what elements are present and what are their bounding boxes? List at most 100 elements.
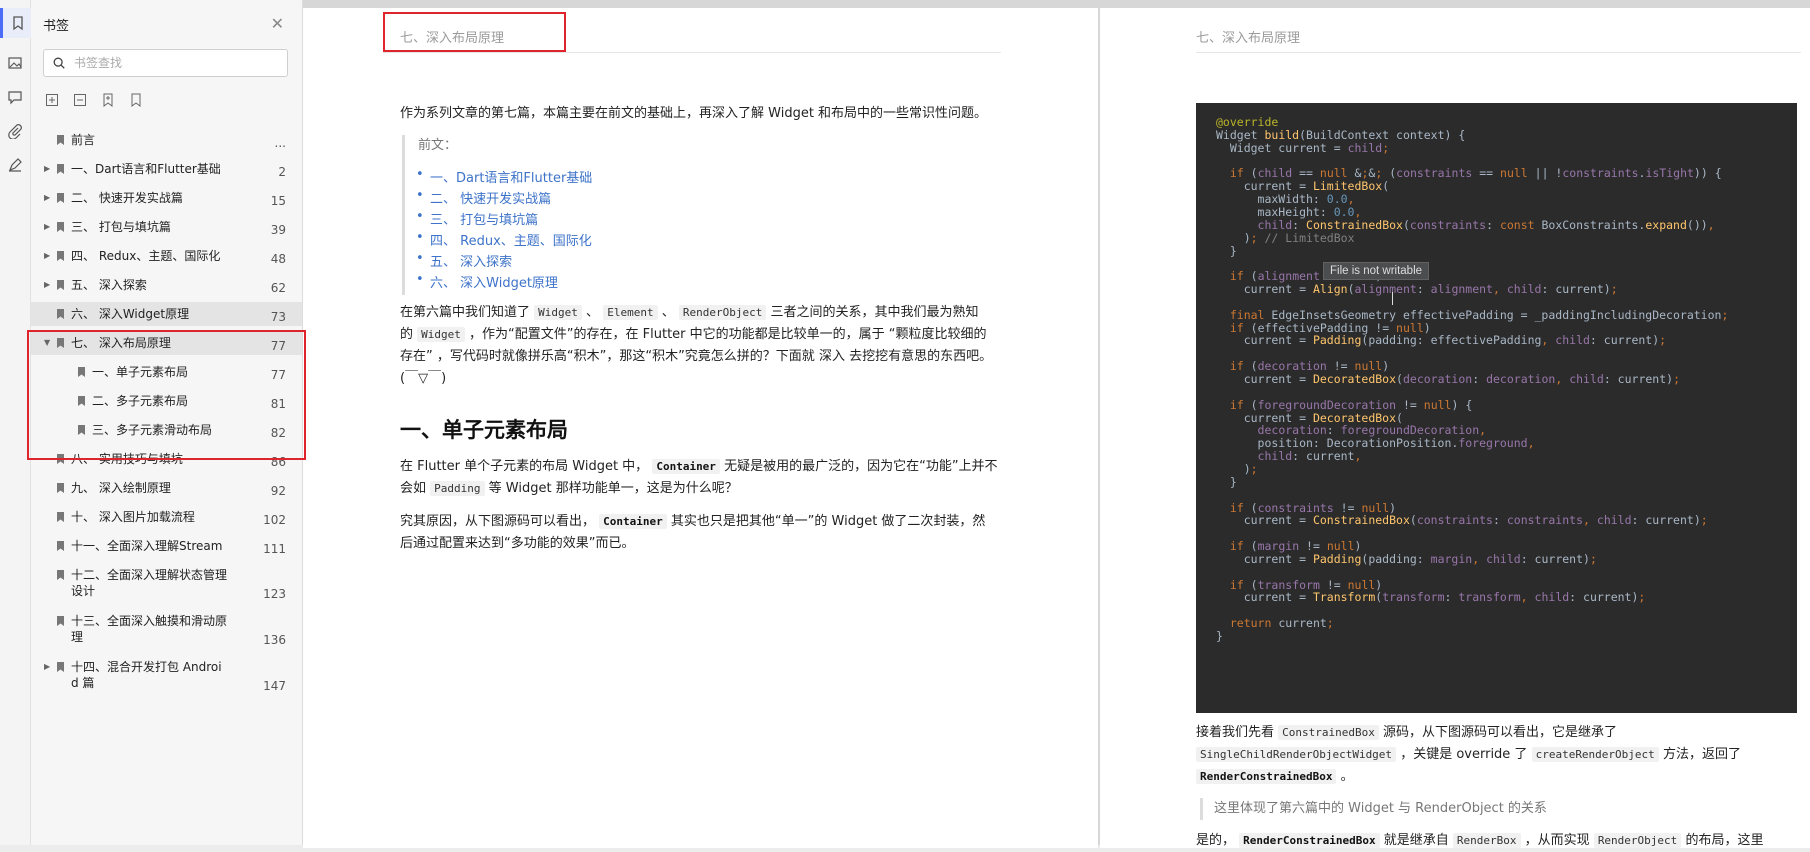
quote-label: 前文： xyxy=(418,138,458,153)
bookmark-label: 三、 打包与填坑篇 xyxy=(71,220,171,234)
preface-link-item: • 二、 快速开发实战篇 xyxy=(416,188,552,207)
code-line: current = Transform(transform: transform… xyxy=(1216,590,1646,605)
preface-link[interactable]: 一、Dart语言和Flutter基础 xyxy=(430,171,592,186)
bookmark-icon[interactable] xyxy=(0,8,33,38)
bookmark-page-number: 77 xyxy=(270,339,286,353)
paragraph-2: 在 Flutter 单个子元素的布局 Widget 中， Container 无… xyxy=(400,459,998,496)
quote-right-text: 这里体现了第六篇中的 Widget 与 RenderObject 的关系 xyxy=(1214,801,1547,816)
bookmark-item[interactable]: ▶ 二、 快速开发实战篇 15 xyxy=(31,186,302,210)
bookmark-item[interactable]: 一、单子元素布局 77 xyxy=(31,360,302,384)
bookmark-label: 一、单子元素布局 xyxy=(92,365,189,379)
expand-arrow-icon[interactable]: ▶ xyxy=(44,251,50,260)
bookmark-small-icon xyxy=(57,453,64,464)
bookmark-item[interactable]: 九、 深入绘制原理 92 xyxy=(31,476,302,500)
bookmark-label: 九、 深入绘制原理 xyxy=(71,481,171,495)
bookmark-label: 十、 深入图片加载流程 xyxy=(71,510,195,524)
signature-icon[interactable] xyxy=(0,150,30,180)
bookmark-panel: 书签 ✕ 前言... ▶ 一、Dart语言和Flutter基础 2 ▶ 二、 快速开发实战… xyxy=(31,0,303,845)
bookmark-item[interactable]: 十、 深入图片加载流程 102 xyxy=(31,505,302,529)
bookmark-outline-icon[interactable] xyxy=(129,92,143,107)
expand-arrow-icon[interactable]: ▶ xyxy=(44,280,50,289)
attachment-icon[interactable] xyxy=(0,116,30,146)
bookmark-small-icon xyxy=(57,511,64,522)
expand-arrow-icon[interactable]: ▶ xyxy=(44,193,50,202)
bookmark-small-icon xyxy=(57,540,64,551)
bookmark-label: 四、 Redux、主题、国际化 xyxy=(71,249,221,263)
bookmark-page-number: ... xyxy=(274,136,286,150)
preface-link[interactable]: 三、 打包与填坑篇 xyxy=(430,213,538,228)
close-icon[interactable]: ✕ xyxy=(271,14,284,33)
expand-arrow-icon[interactable]: ▶ xyxy=(44,164,50,173)
preface-link-item: • 四、 Redux、主题、国际化 xyxy=(416,230,592,249)
code-line: current = DecoratedBox(decoration: decor… xyxy=(1216,372,1681,386)
text-cursor xyxy=(1392,292,1393,305)
bookmark-small-icon xyxy=(57,221,64,232)
bookmark-search[interactable] xyxy=(43,49,288,77)
comment-icon[interactable] xyxy=(0,82,30,112)
bookmark-item[interactable]: ▶ 五、 深入探索 62 xyxy=(31,273,302,297)
bookmark-label: 五、 深入探索 xyxy=(71,278,147,292)
bookmark-page-number: 147 xyxy=(263,679,286,693)
bookmark-page-number: 77 xyxy=(270,368,286,382)
bookmark-item[interactable]: 十一、全面深入理解Stream 111 xyxy=(31,534,302,558)
code-block[interactable]: @override Widget build(BuildContext conte… xyxy=(1196,103,1797,713)
bookmark-small-icon xyxy=(57,192,64,203)
quote-right xyxy=(1200,798,1203,820)
bookmark-small-icon xyxy=(57,134,64,145)
preface-link[interactable]: 四、 Redux、主题、国际化 xyxy=(430,234,592,249)
bookmark-item[interactable]: ▶ 四、 Redux、主题、国际化 48 xyxy=(31,244,302,268)
bookmark-page-number: 48 xyxy=(270,252,286,266)
bookmark-item[interactable]: 二、多子元素布局 81 xyxy=(31,389,302,413)
code-line: } xyxy=(1216,629,1223,643)
bookmark-item[interactable]: ▶ 三、 打包与填坑篇 39 xyxy=(31,215,302,239)
preface-link[interactable]: 六、 深入Widget原理 xyxy=(430,276,558,291)
bookmark-page-number: 15 xyxy=(270,194,286,208)
section-heading: 一、单子元素布局 xyxy=(400,418,568,442)
paragraph-1: 在第六篇中我们知道了 Widget 、 Element 、 RenderObje… xyxy=(400,305,993,386)
code-line: return current; xyxy=(1229,616,1334,631)
collapse-all-icon[interactable] xyxy=(73,92,87,106)
bookmark-small-icon xyxy=(57,482,64,493)
preface-link[interactable]: 二、 快速开发实战篇 xyxy=(430,192,551,207)
bookmark-toolbar xyxy=(45,92,143,107)
preface-link-item: • 三、 打包与填坑篇 xyxy=(416,209,539,228)
bookmark-label: 一、Dart语言和Flutter基础 xyxy=(71,162,221,176)
bookmark-item[interactable]: 六、 深入Widget原理 73 xyxy=(31,302,302,326)
bookmark-page-number: 39 xyxy=(270,223,286,237)
preface-link-item: • 五、 深入探索 xyxy=(416,251,513,270)
bookmark-small-icon xyxy=(57,615,64,626)
bookmark-label: 二、 快速开发实战篇 xyxy=(71,191,183,205)
bookmark-item[interactable]: 十二、全面深入理解状态管理 设计 123 xyxy=(31,563,302,603)
code-line: current = ConstrainedBox(constraints: co… xyxy=(1216,513,1708,528)
expand-arrow-icon[interactable]: ▶ xyxy=(44,662,50,671)
bookmark-page-number: 86 xyxy=(270,455,286,469)
bookmark-label: 七、 深入布局原理 xyxy=(71,336,171,350)
bookmark-small-icon xyxy=(57,661,64,672)
bookmark-small-icon xyxy=(57,163,64,174)
add-bookmark-icon[interactable] xyxy=(101,92,115,107)
intro-text: 作为系列文章的第七篇，本篇主要在前文的基础上，再深入了解 Widget 和布局中… xyxy=(400,106,988,121)
collapse-arrow-icon[interactable]: ▼ xyxy=(44,338,50,347)
expand-arrow-icon[interactable]: ▶ xyxy=(44,222,50,231)
image-icon[interactable] xyxy=(0,48,30,78)
code-line: current = Align(alignment: alignment, ch… xyxy=(1216,282,1618,297)
bookmark-label-cont: d 篇 xyxy=(71,676,95,690)
bookmark-label: 三、多子元素滑动布局 xyxy=(92,423,213,437)
bookmark-item[interactable]: ▼ 七、 深入布局原理 77 xyxy=(31,331,302,355)
bookmark-page-number: 111 xyxy=(263,542,286,556)
bookmark-item[interactable]: ▶ 一、Dart语言和Flutter基础 2 xyxy=(31,157,302,181)
bookmark-small-icon xyxy=(57,569,64,580)
bookmark-item[interactable]: ▶ 十四、混合开发打包 Androi d 篇 147 xyxy=(31,655,302,695)
bookmark-item[interactable]: 前言... xyxy=(31,128,302,152)
bookmark-item[interactable]: 三、多子元素滑动布局 82 xyxy=(31,418,302,442)
bookmark-label: 十四、混合开发打包 Androi xyxy=(71,660,222,674)
bookmark-page-number: 123 xyxy=(263,587,286,601)
bookmark-label: 十一、全面深入理解Stream xyxy=(71,539,223,553)
bookmark-label: 二、多子元素布局 xyxy=(92,394,189,408)
preface-link[interactable]: 五、 深入探索 xyxy=(430,255,512,270)
bookmark-item[interactable]: 十三、全面深入触摸和滑动原理 136 xyxy=(31,609,302,649)
bookmark-item[interactable]: 八、 实用技巧与填坑 86 xyxy=(31,447,302,471)
bookmark-page-number: 82 xyxy=(270,426,286,440)
expand-all-icon[interactable] xyxy=(45,92,59,106)
search-input[interactable] xyxy=(72,55,276,71)
